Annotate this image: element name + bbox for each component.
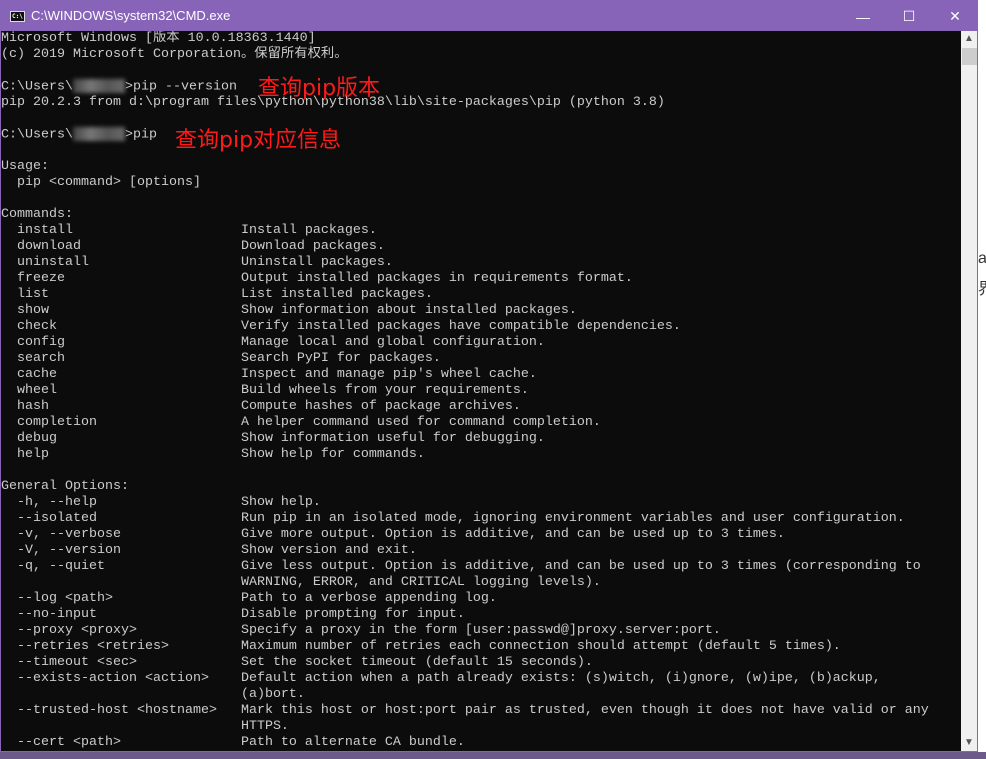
terminal-line: HTTPS.: [1, 719, 289, 734]
terminal-line: --exists-action <action> Default action …: [1, 671, 881, 686]
terminal-line: help Show help for commands.: [1, 447, 425, 462]
close-button[interactable]: ✕: [932, 1, 978, 32]
redacted-username: [72, 79, 125, 93]
command-text: >pip --version: [124, 79, 237, 95]
terminal-line: Usage:: [1, 159, 49, 174]
prompt-prefix: C:\Users\: [1, 127, 73, 143]
cmd-app-icon: C:\: [10, 11, 25, 22]
terminal-line: pip 20.2.3 from d:\program files\python\…: [1, 95, 665, 110]
terminal-line: --no-input Disable prompting for input.: [1, 607, 465, 622]
prompt-line: C:\Users\ >pip --version: [1, 79, 961, 95]
background-page: a 界: [978, 0, 986, 759]
background-text: 界: [978, 275, 986, 299]
background-taskbar-strip: [0, 752, 986, 759]
scroll-up-icon[interactable]: ▲: [961, 31, 977, 47]
terminal-line: -V, --version Show version and exit.: [1, 543, 417, 558]
terminal-line: --cert <path> Path to alternate CA bundl…: [1, 735, 465, 750]
terminal-line: search Search PyPI for packages.: [1, 351, 441, 366]
minimize-button[interactable]: —: [840, 1, 886, 32]
annotation-pip-version: 查询pip版本: [258, 76, 381, 101]
terminal-line: --retries <retries> Maximum number of re…: [1, 639, 841, 654]
terminal-line: hash Compute hashes of package archives.: [1, 399, 521, 414]
terminal-line: pip <command> [options]: [1, 175, 201, 190]
terminal-line: debug Show information useful for debugg…: [1, 431, 545, 446]
maximize-button[interactable]: ☐: [886, 1, 932, 32]
terminal-line: --timeout <sec> Set the socket timeout (…: [1, 655, 593, 670]
terminal-line: freeze Output installed packages in requ…: [1, 271, 633, 286]
terminal-line: cache Inspect and manage pip's wheel cac…: [1, 367, 537, 382]
terminal-line: (a)bort.: [1, 687, 305, 702]
terminal-line: (c) 2019 Microsoft Corporation。保留所有权利。: [1, 47, 348, 62]
terminal-output[interactable]: Microsoft Windows [版本 10.0.18363.1440] (…: [1, 31, 961, 751]
prompt-line: C:\Users\ >pip: [1, 127, 961, 143]
terminal-line: -q, --quiet Give less output. Option is …: [1, 559, 921, 574]
terminal-line: --proxy <proxy> Specify a proxy in the f…: [1, 623, 721, 638]
terminal-line: Microsoft Windows [版本 10.0.18363.1440]: [1, 31, 316, 46]
terminal-line: --trusted-host <hostname> Mark this host…: [1, 703, 929, 718]
scroll-down-icon[interactable]: ▼: [961, 735, 977, 751]
vertical-scrollbar[interactable]: ▲ ▼: [961, 31, 977, 751]
terminal-line: show Show information about installed pa…: [1, 303, 577, 318]
terminal-line: config Manage local and global configura…: [1, 335, 545, 350]
terminal-line: --log <path> Path to a verbose appending…: [1, 591, 497, 606]
redacted-username: [72, 127, 125, 141]
prompt-prefix: C:\Users\: [1, 79, 73, 95]
terminal-line: -v, --verbose Give more output. Option i…: [1, 527, 785, 542]
background-text: a: [978, 250, 986, 267]
annotation-pip-info: 查询pip对应信息: [175, 128, 342, 153]
terminal-line: WARNING, ERROR, and CRITICAL logging lev…: [1, 575, 601, 590]
terminal-line: completion A helper command used for com…: [1, 415, 601, 430]
terminal-line: wheel Build wheels from your requirement…: [1, 383, 529, 398]
scrollbar-thumb[interactable]: [962, 48, 977, 65]
terminal-line: install Install packages.: [1, 223, 377, 238]
terminal-line: Commands:: [1, 207, 73, 222]
terminal-line: uninstall Uninstall packages.: [1, 255, 393, 270]
terminal-line: list List installed packages.: [1, 287, 433, 302]
terminal-line: -h, --help Show help.: [1, 495, 321, 510]
terminal-line: download Download packages.: [1, 239, 385, 254]
title-bar[interactable]: C:\ C:\WINDOWS\system32\CMD.exe — ☐ ✕: [1, 1, 977, 32]
terminal-line: --isolated Run pip in an isolated mode, …: [1, 511, 905, 526]
terminal-line: General Options:: [1, 479, 129, 494]
command-text: >pip: [124, 127, 157, 143]
window-title: C:\WINDOWS\system32\CMD.exe: [31, 8, 231, 23]
terminal-line: check Verify installed packages have com…: [1, 319, 681, 334]
